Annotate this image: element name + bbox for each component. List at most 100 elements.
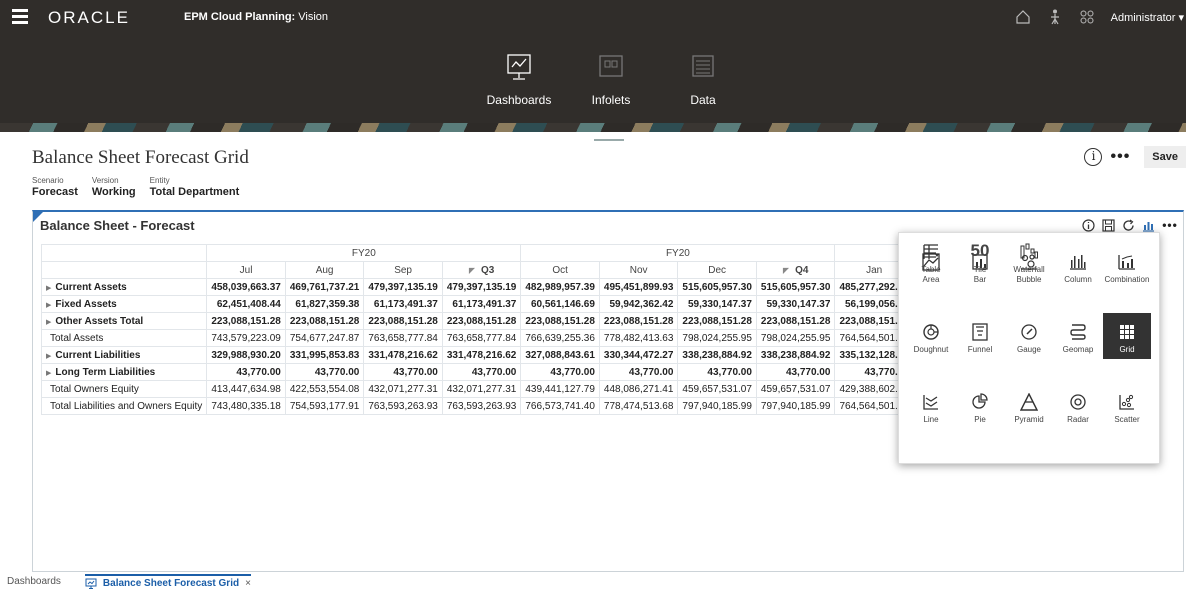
grid-cell[interactable]: 223,088,151.28 xyxy=(206,312,286,330)
tab-dashboards[interactable]: Dashboards xyxy=(7,576,61,587)
grid-cell[interactable]: 43,770.00 xyxy=(441,363,522,381)
grid-cell[interactable]: 763,658,777.84 xyxy=(363,329,443,347)
grid-cell[interactable]: 329,988,930.20 xyxy=(206,346,286,364)
expand-icon[interactable]: ▶ xyxy=(46,302,51,309)
expand-icon[interactable]: ▶ xyxy=(46,353,51,360)
grid-cell[interactable]: 482,989,957.39 xyxy=(520,278,600,296)
period-header[interactable]: Sep xyxy=(363,261,443,279)
grid-cell[interactable]: 61,827,359.38 xyxy=(284,295,365,313)
chart-type-line[interactable]: Line xyxy=(907,383,955,429)
pov-version[interactable]: Version Working xyxy=(92,176,136,198)
grid-cell[interactable]: 60,561,146.69 xyxy=(520,295,600,313)
grid-cell[interactable]: 432,071,277.31 xyxy=(441,380,522,398)
grid-cell[interactable]: 223,088,151.28 xyxy=(441,312,522,330)
chart-type-waterfall[interactable]: Waterfall xyxy=(1005,233,1053,279)
row-label[interactable]: ▶ Other Assets Total xyxy=(40,312,208,330)
save-button[interactable]: Save xyxy=(1144,146,1186,168)
expand-icon[interactable]: ▶ xyxy=(46,370,51,377)
grid-cell[interactable]: 422,553,554.08 xyxy=(284,380,365,398)
grid-cell[interactable]: 797,940,185.99 xyxy=(677,397,757,415)
grid-cell[interactable]: 43,770.00 xyxy=(520,363,600,381)
grid-cell[interactable]: 766,573,741.40 xyxy=(520,397,600,415)
row-label[interactable]: Total Assets xyxy=(40,329,208,347)
grid-cell[interactable]: 469,761,737.21 xyxy=(284,278,365,296)
chart-type-gauge[interactable]: Gauge xyxy=(1005,313,1053,359)
nav-tile-dashboards[interactable]: Dashboards xyxy=(478,52,560,107)
refresh-icon[interactable] xyxy=(1121,218,1135,232)
grid-cell[interactable]: 43,770.00 xyxy=(206,363,286,381)
grid-cell[interactable]: 223,088,151.28 xyxy=(755,312,836,330)
grid-cell[interactable]: 754,677,247.87 xyxy=(284,329,365,347)
panel-save-icon[interactable] xyxy=(1101,218,1115,232)
grid-cell[interactable]: 330,344,472.27 xyxy=(598,346,679,364)
grid-cell[interactable]: 223,088,151.28 xyxy=(520,312,600,330)
panel-info-icon[interactable] xyxy=(1081,218,1095,232)
grid-cell[interactable]: 763,658,777.84 xyxy=(441,329,522,347)
grid-cell[interactable]: 331,478,216.62 xyxy=(441,346,522,364)
grid-cell[interactable]: 223,088,151.28 xyxy=(598,312,679,330)
grid-cell[interactable]: 798,024,255.95 xyxy=(677,329,757,347)
grid-cell[interactable]: 763,593,263.93 xyxy=(363,397,443,415)
grid-cell[interactable]: 338,238,884.92 xyxy=(755,346,836,364)
grid-cell[interactable]: 515,605,957.30 xyxy=(677,278,757,296)
drag-handle[interactable] xyxy=(594,139,624,141)
grid-cell[interactable]: 479,397,135.19 xyxy=(363,278,443,296)
grid-cell[interactable]: 331,478,216.62 xyxy=(363,346,443,364)
grid-cell[interactable]: 62,451,408.44 xyxy=(206,295,286,313)
grid-cell[interactable]: 61,173,491.37 xyxy=(441,295,522,313)
chart-type-tile[interactable]: 50 Tile xyxy=(956,233,1004,279)
row-label[interactable]: ▶ Current Assets xyxy=(40,278,208,296)
grid-cell[interactable]: 43,770.00 xyxy=(677,363,757,381)
more-actions-icon[interactable]: ••• xyxy=(1110,148,1130,166)
grid-cell[interactable]: 43,770.00 xyxy=(598,363,679,381)
grid-cell[interactable]: 59,330,147.37 xyxy=(755,295,836,313)
grid-cell[interactable]: 331,995,853.83 xyxy=(284,346,365,364)
grid-cell[interactable]: 778,482,413.63 xyxy=(598,329,679,347)
pov-scenario[interactable]: Scenario Forecast xyxy=(32,176,78,198)
chart-type-pie[interactable]: Pie xyxy=(956,383,1004,429)
panel-more-icon[interactable]: ••• xyxy=(1161,218,1179,232)
grid-cell[interactable]: 766,639,255.36 xyxy=(520,329,600,347)
grid-cell[interactable]: 327,088,843.61 xyxy=(520,346,600,364)
row-label[interactable]: ▶ Fixed Assets xyxy=(40,295,208,313)
pov-entity[interactable]: Entity Total Department xyxy=(150,176,240,198)
collapse-icon[interactable]: ◤ xyxy=(469,266,475,275)
grid-cell[interactable]: 59,330,147.37 xyxy=(677,295,757,313)
chart-type-geomap[interactable]: Geomap xyxy=(1054,313,1102,359)
chart-type-icon[interactable] xyxy=(1141,218,1155,232)
grid-cell[interactable]: 479,397,135.19 xyxy=(441,278,522,296)
grid-cell[interactable]: 413,447,634.98 xyxy=(206,380,286,398)
period-header[interactable]: Jul xyxy=(206,261,286,279)
period-header[interactable]: Nov xyxy=(598,261,679,279)
grid-cell[interactable]: 515,605,957.30 xyxy=(755,278,836,296)
grid-cell[interactable]: 763,593,263.93 xyxy=(441,397,522,415)
nav-tile-data[interactable]: Data xyxy=(662,52,744,107)
close-tab-icon[interactable]: × xyxy=(245,578,251,589)
user-menu[interactable]: Administrator ▾ xyxy=(1111,11,1184,24)
row-label[interactable]: Total Liabilities and Owners Equity xyxy=(40,397,208,415)
grid-cell[interactable]: 459,657,531.07 xyxy=(677,380,757,398)
grid-cell[interactable]: 338,238,884.92 xyxy=(677,346,757,364)
chart-type-table[interactable]: Table xyxy=(907,233,955,279)
chart-type-pyramid[interactable]: Pyramid xyxy=(1005,383,1053,429)
grid-cell[interactable]: 432,071,277.31 xyxy=(363,380,443,398)
grid-cell[interactable]: 223,088,151.28 xyxy=(677,312,757,330)
nav-tile-infolets[interactable]: Infolets xyxy=(570,52,652,107)
row-label[interactable]: ▶ Long Term Liabilities xyxy=(40,363,208,381)
row-label[interactable]: Total Owners Equity xyxy=(40,380,208,398)
grid-cell[interactable]: 59,942,362.42 xyxy=(598,295,679,313)
chart-type-radar[interactable]: Radar xyxy=(1054,383,1102,429)
grid-cell[interactable]: 439,441,127.79 xyxy=(520,380,600,398)
menu-icon[interactable] xyxy=(12,9,28,24)
period-header[interactable]: ◤ Q4 xyxy=(755,261,836,279)
period-header[interactable]: Oct xyxy=(520,261,600,279)
period-header[interactable]: ◤ Q3 xyxy=(441,261,522,279)
grid-cell[interactable]: 43,770.00 xyxy=(284,363,365,381)
grid-cell[interactable]: 495,451,899.93 xyxy=(598,278,679,296)
grid-cell[interactable]: 459,657,531.07 xyxy=(755,380,836,398)
chart-type-column[interactable]: Column xyxy=(1054,243,1102,289)
chart-type-grid[interactable]: Grid xyxy=(1103,313,1151,359)
collapse-icon[interactable]: ◤ xyxy=(783,266,789,275)
apps-grid-icon[interactable] xyxy=(1079,9,1095,25)
period-header[interactable]: Aug xyxy=(284,261,365,279)
